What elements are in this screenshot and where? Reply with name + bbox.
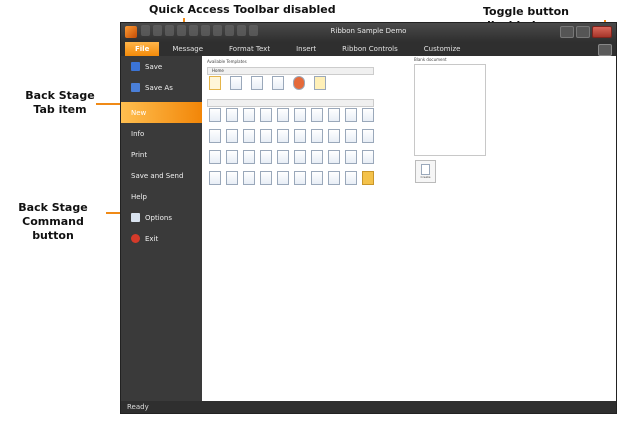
template-item[interactable] (242, 171, 256, 188)
template-item[interactable] (208, 150, 222, 167)
backstage-menu: Save Save As New Info Print Save and Sen… (121, 56, 210, 401)
templates-title: Available Templates (207, 59, 247, 64)
backstage-tab-new[interactable]: New (121, 102, 210, 123)
template-item[interactable] (361, 108, 375, 125)
options-icon (131, 213, 140, 222)
template-item[interactable] (250, 76, 264, 93)
template-item[interactable] (344, 129, 358, 146)
template-item[interactable] (276, 171, 290, 188)
document-icon (421, 164, 430, 175)
templates-search[interactable] (207, 99, 374, 107)
backstage-tab-arrow-line (96, 103, 120, 105)
backstage-save[interactable]: Save (121, 56, 202, 77)
template-item[interactable] (225, 150, 239, 167)
folder-icon (362, 171, 374, 185)
app-window: Ribbon Sample Demo File Message Format T… (120, 22, 617, 414)
backstage-content: Available Templates Home Blank document … (202, 56, 616, 401)
save-as-icon (131, 83, 140, 92)
template-icon (314, 76, 326, 90)
ribbon-toggle-button[interactable] (598, 44, 612, 56)
exit-icon (131, 234, 140, 243)
template-item[interactable] (310, 108, 324, 125)
ribbon-tabs: File Message Format Text Insert Ribbon C… (121, 42, 616, 56)
minimize-button[interactable] (560, 26, 574, 38)
create-button[interactable]: Create (415, 160, 436, 183)
template-item[interactable] (208, 76, 222, 93)
template-item[interactable] (310, 150, 324, 167)
template-item[interactable] (327, 171, 341, 188)
template-item[interactable] (271, 76, 285, 93)
backstage-tab-annotation: Back Stage Tab item (25, 89, 95, 116)
tab-insert[interactable]: Insert (283, 42, 329, 56)
template-icon (293, 76, 305, 90)
template-item[interactable] (208, 129, 222, 146)
backstage-tab-save-and-send[interactable]: Save and Send (121, 165, 202, 186)
save-icon (131, 62, 140, 71)
template-item[interactable] (361, 150, 375, 167)
template-item[interactable] (259, 108, 273, 125)
window-title: Ribbon Sample Demo (330, 27, 407, 35)
template-item[interactable] (259, 129, 273, 146)
template-item[interactable] (229, 76, 243, 93)
backstage-tab-help[interactable]: Help (121, 186, 202, 207)
backstage-command-annotation: Back Stage Command button (18, 201, 88, 242)
qat-annotation: Quick Access Toolbar disabled (149, 3, 336, 16)
template-icon (272, 76, 284, 90)
template-icon (230, 76, 242, 90)
template-item[interactable] (313, 76, 327, 93)
template-item[interactable] (310, 129, 324, 146)
template-preview (414, 64, 486, 156)
backstage-tab-print[interactable]: Print (121, 144, 202, 165)
backstage-save-as[interactable]: Save As (121, 77, 202, 98)
tab-message[interactable]: Message (159, 42, 216, 56)
template-item[interactable] (276, 108, 290, 125)
template-item[interactable] (242, 150, 256, 167)
template-item[interactable] (327, 129, 341, 146)
template-item[interactable] (225, 171, 239, 188)
template-item[interactable] (344, 108, 358, 125)
online-templates (208, 108, 375, 188)
status-bar: Ready (121, 401, 616, 413)
template-icon (209, 76, 221, 90)
template-item[interactable] (293, 129, 307, 146)
template-item[interactable] (310, 171, 324, 188)
template-item[interactable] (344, 171, 358, 188)
templates-nav: Home (207, 67, 374, 75)
tab-format-text[interactable]: Format Text (216, 42, 283, 56)
window-controls (560, 26, 612, 38)
template-item[interactable] (293, 150, 307, 167)
template-item[interactable] (292, 76, 306, 93)
template-item[interactable] (276, 129, 290, 146)
template-item[interactable] (327, 108, 341, 125)
template-item[interactable] (259, 171, 273, 188)
tab-customize[interactable]: Customize (411, 42, 474, 56)
template-item[interactable] (293, 108, 307, 125)
folder-item[interactable] (361, 171, 375, 188)
template-item[interactable] (242, 108, 256, 125)
tab-file[interactable]: File (125, 42, 160, 56)
backstage-options-button[interactable]: Options (121, 207, 202, 228)
template-icon (251, 76, 263, 90)
template-item[interactable] (259, 150, 273, 167)
template-item[interactable] (327, 150, 341, 167)
template-item[interactable] (344, 150, 358, 167)
template-item[interactable] (225, 129, 239, 146)
template-item[interactable] (242, 129, 256, 146)
backstage-tab-info[interactable]: Info (121, 123, 202, 144)
backstage-exit-button[interactable]: Exit (121, 228, 202, 249)
template-item[interactable] (225, 108, 239, 125)
title-bar: Ribbon Sample Demo (121, 23, 616, 42)
close-button[interactable] (592, 26, 612, 38)
template-item[interactable] (293, 171, 307, 188)
tab-ribbon-controls[interactable]: Ribbon Controls (329, 42, 411, 56)
template-item[interactable] (208, 108, 222, 125)
maximize-button[interactable] (576, 26, 590, 38)
preview-label: Blank document (414, 57, 447, 62)
template-item[interactable] (208, 171, 222, 188)
template-item[interactable] (361, 129, 375, 146)
template-item[interactable] (276, 150, 290, 167)
featured-templates (208, 76, 327, 93)
